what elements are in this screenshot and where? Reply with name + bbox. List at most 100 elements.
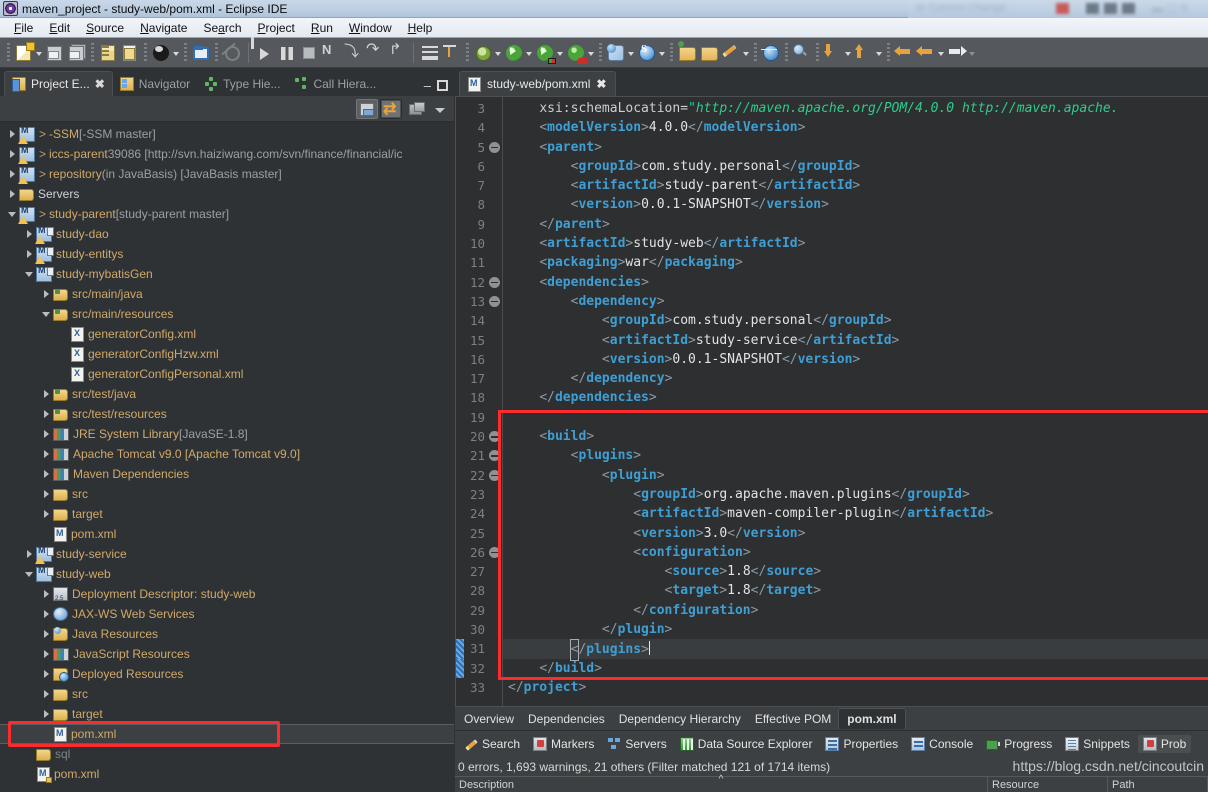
project-explorer-toolbar[interactable] [0, 96, 454, 122]
fold-toggle[interactable] [488, 138, 502, 157]
link-with-editor-button[interactable] [356, 98, 378, 119]
new-svn-icon[interactable] [637, 43, 657, 63]
menu-project[interactable]: Project [250, 19, 303, 37]
fold-toggle[interactable] [488, 543, 502, 562]
tree-item[interactable]: study-mybatisGen [0, 264, 454, 284]
run-green-icon[interactable] [504, 43, 524, 63]
code-line[interactable]: <configuration> [502, 543, 1208, 562]
next-annotation-dropdown-icon[interactable] [875, 43, 884, 63]
code-line[interactable]: <version>0.0.1-SNAPSHOT</version> [502, 350, 1208, 369]
new-document-icon[interactable] [14, 43, 34, 63]
project-explorer-tab-bar[interactable]: Project E... ✖ Navigator Type Hie... Cal… [0, 68, 454, 96]
open-folder-icon[interactable] [699, 43, 719, 63]
view-tab-console[interactable]: Console [906, 735, 978, 753]
code-line[interactable]: <groupId>org.apache.maven.plugins</group… [502, 485, 1208, 504]
problems-table-header[interactable]: Description ^ Resource Path [455, 774, 1208, 792]
tree-item[interactable]: >repository (in JavaBasis) [JavaBasis ma… [0, 164, 454, 184]
code-line[interactable]: </dependency> [502, 369, 1208, 388]
tree-item[interactable]: target [0, 704, 454, 724]
pencil-icon[interactable] [721, 43, 741, 63]
code-line[interactable]: <artifactId>study-service</artifactId> [502, 331, 1208, 350]
form-tab-effective-pom[interactable]: Effective POM [748, 709, 838, 729]
comment-icon[interactable] [191, 43, 211, 63]
expand-arrow-icon[interactable] [40, 704, 53, 724]
previous-annotation-dropdown-icon[interactable] [844, 43, 853, 63]
toolbar-grip-11[interactable] [816, 42, 819, 63]
tree-item[interactable]: pom.xml [0, 764, 454, 784]
view-dropdown-button[interactable] [428, 99, 450, 119]
toolbar-grip-9[interactable] [754, 42, 757, 63]
tree-item[interactable]: Java Resources [0, 624, 454, 644]
view-tab-servers[interactable]: Servers [602, 735, 671, 753]
code-line[interactable]: <dependency> [502, 292, 1208, 311]
tree-item[interactable]: Servers [0, 184, 454, 204]
code-line[interactable]: <groupId>com.study.personal</groupId> [502, 157, 1208, 176]
tree-item[interactable]: >-SSM [-SSM master] [0, 124, 454, 144]
code-line[interactable]: <packaging>war</packaging> [502, 253, 1208, 272]
menu-help[interactable]: Help [400, 19, 441, 37]
view-tab-markers[interactable]: Markers [528, 735, 599, 753]
menu-navigate[interactable]: Navigate [132, 19, 195, 37]
tab-navigator[interactable]: Navigator [113, 71, 197, 96]
expand-arrow-icon[interactable] [40, 664, 53, 684]
tree-item[interactable]: generatorConfigPersonal.xml [0, 364, 454, 384]
run-config-dropdown-icon[interactable] [556, 43, 565, 63]
expand-arrow-icon[interactable] [40, 584, 53, 604]
tab-study-web-pom-xml[interactable]: study-web/pom.xml ✖ [459, 71, 617, 96]
fold-toggle[interactable] [488, 292, 502, 311]
tree-item[interactable]: pom.xml [0, 524, 454, 544]
step-into-icon[interactable] [343, 43, 363, 63]
back-icon[interactable] [894, 43, 914, 63]
bottom-views-tab-bar[interactable]: Search Markers Servers Data Source Explorer… [455, 730, 1208, 756]
back-history-icon[interactable] [916, 43, 936, 63]
expand-arrow-icon[interactable] [40, 284, 53, 304]
print-icon[interactable] [98, 43, 118, 63]
tree-item[interactable]: src/main/java [0, 284, 454, 304]
menu-search[interactable]: Search [195, 19, 249, 37]
tree-item[interactable]: Deployed Resources [0, 664, 454, 684]
code-line[interactable]: <version>3.0</version> [502, 524, 1208, 543]
tab-call-hierarchy[interactable]: Call Hiera... [287, 71, 383, 96]
view-menu-button[interactable] [404, 99, 426, 119]
toolbar-grip-12[interactable] [887, 42, 890, 63]
pause-icon[interactable] [277, 43, 297, 63]
expand-arrow-icon[interactable] [40, 404, 53, 424]
step-over-icon[interactable] [365, 43, 385, 63]
tree-item[interactable]: study-web [0, 564, 454, 584]
run-config-icon[interactable] [535, 43, 556, 64]
form-tab-dependency-hierarchy[interactable]: Dependency Hierarchy [612, 709, 748, 729]
tree-item[interactable]: >iccs-parent 39086 [http://svn.haiziwang… [0, 144, 454, 164]
project-tree[interactable]: >-SSM [-SSM master]>iccs-parent 39086 [h… [0, 122, 454, 792]
tree-item[interactable]: src [0, 484, 454, 504]
menu-source[interactable]: Source [78, 19, 132, 37]
sync-button[interactable] [380, 98, 402, 119]
run-icon[interactable] [255, 43, 275, 63]
collapse-minus-icon[interactable] [489, 546, 500, 558]
tab-project-explorer[interactable]: Project E... ✖ [4, 71, 113, 96]
view-tab-progress[interactable]: Progress [981, 735, 1057, 753]
open-folder-green-icon[interactable] [677, 43, 697, 63]
tree-item[interactable]: src [0, 684, 454, 704]
fold-toggle[interactable] [488, 446, 502, 465]
disconnect-icon[interactable] [321, 43, 341, 63]
maximize-button[interactable] [437, 80, 448, 91]
tree-item[interactable]: sql [0, 744, 454, 764]
code-line[interactable]: </build> [502, 659, 1208, 678]
tree-item[interactable]: Deployment Descriptor: study-web [0, 584, 454, 604]
code-editor[interactable]: 3 4 5 6 7 8 9 10 11 12 13 14 15 16 17 18 19 20 21 22 23 24 25 2… [455, 96, 1208, 706]
toolbar-grip-2[interactable] [91, 42, 94, 63]
code-line[interactable]: <artifactId>maven-compiler-plugin</artif… [502, 504, 1208, 523]
code-line[interactable]: </configuration> [502, 601, 1208, 620]
tree-item[interactable]: JRE System Library [JavaSE-1.8] [0, 424, 454, 444]
menu-window[interactable]: Window [341, 19, 400, 37]
align-lines-icon[interactable] [420, 43, 440, 63]
tree-item[interactable]: generatorConfig.xml [0, 324, 454, 344]
code-line[interactable]: <artifactId>study-web</artifactId> [502, 234, 1208, 253]
toolbar-grip-3[interactable] [144, 42, 147, 63]
code-line[interactable]: <target>1.8</target> [502, 581, 1208, 600]
collapse-arrow-icon[interactable] [23, 564, 36, 584]
code-line[interactable]: <artifactId>study-parent</artifactId> [502, 176, 1208, 195]
expand-arrow-icon[interactable] [40, 604, 53, 624]
expand-arrow-icon[interactable] [40, 464, 53, 484]
user-icon[interactable] [151, 43, 171, 63]
